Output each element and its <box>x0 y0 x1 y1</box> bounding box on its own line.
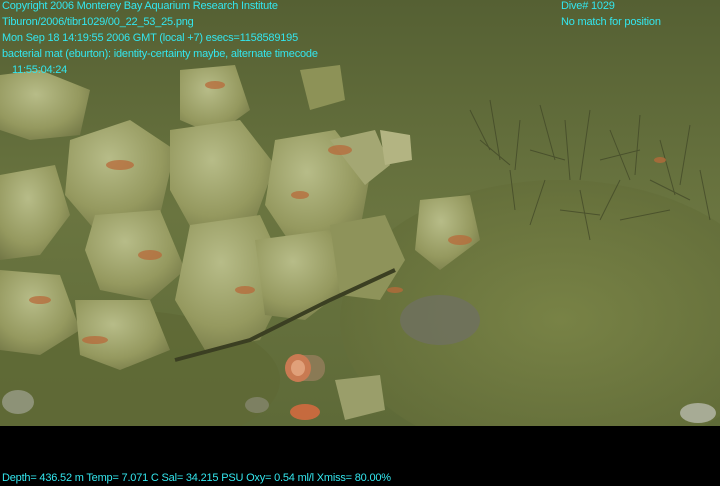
copyright-text: Copyright 2006 Monterey Bay Aquarium Res… <box>2 0 278 12</box>
seafloor-scene <box>0 0 720 426</box>
boulder <box>680 403 716 423</box>
image-path-text: Tiburon/2006/tibr1029/00_22_53_25.png <box>2 16 194 28</box>
timecode-text: 11:55:04:24 <box>12 64 68 76</box>
boulder <box>2 390 34 414</box>
annotation-text: bacterial mat (eburton): identity-certai… <box>2 48 318 60</box>
datetime-text: Mon Sep 18 14:19:55 2006 GMT (local +7) … <box>2 32 298 44</box>
position-status-text: No match for position <box>561 16 661 28</box>
boulder <box>245 397 269 413</box>
dive-number-text: Dive# 1029 <box>561 0 615 12</box>
grey-deposit <box>400 295 480 345</box>
telemetry-text: Depth= 436.52 m Temp= 7.071 C Sal= 34.21… <box>2 472 391 484</box>
